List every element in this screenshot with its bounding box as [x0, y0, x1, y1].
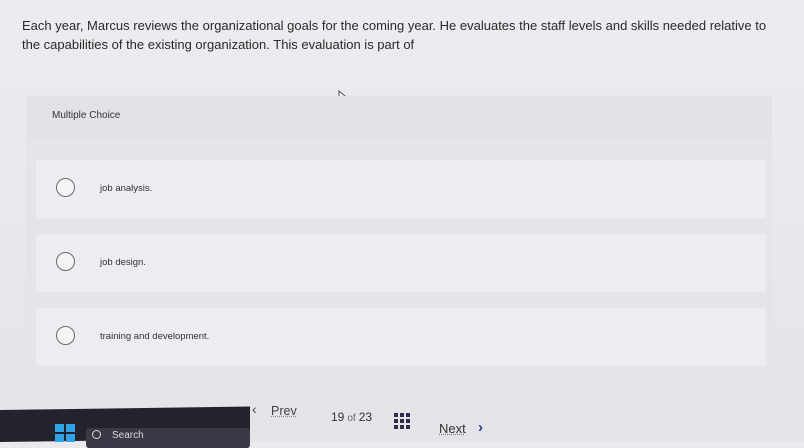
question-counter: 19 of 23 [331, 410, 372, 424]
radio-button-option-3[interactable] [56, 326, 75, 345]
answer-option-1[interactable]: job analysis. [36, 160, 766, 218]
multiple-choice-header [26, 96, 772, 140]
total-questions: 23 [358, 410, 373, 424]
question-text: Each year, Marcus reviews the organizati… [22, 18, 767, 52]
taskbar-search-box[interactable] [86, 428, 250, 448]
answer-option-3[interactable]: training and development. [36, 308, 766, 366]
answer-option-2[interactable]: job design. [36, 234, 766, 292]
radio-button-option-2[interactable] [56, 252, 75, 271]
radio-button-option-1[interactable] [56, 178, 75, 197]
chevron-right-icon[interactable]: › [478, 419, 483, 436]
windows-start-icon[interactable] [55, 424, 75, 442]
search-icon [92, 430, 101, 439]
prev-button[interactable]: Prev [271, 404, 297, 418]
chevron-left-icon[interactable]: ‹ [252, 401, 257, 417]
of-label: of [347, 413, 356, 424]
next-button[interactable]: Next [439, 421, 466, 436]
answer-option-label: training and development. [100, 331, 210, 342]
assessment-page: Each year, Marcus reviews the organizati… [0, 0, 804, 448]
answer-option-label: job design. [100, 257, 146, 268]
current-question-number: 19 [331, 410, 345, 424]
question-type-label: Multiple Choice [52, 110, 121, 121]
taskbar-search-label: Search [112, 430, 144, 441]
question-grid-icon[interactable] [394, 413, 410, 429]
answer-option-label: job analysis. [100, 183, 153, 194]
